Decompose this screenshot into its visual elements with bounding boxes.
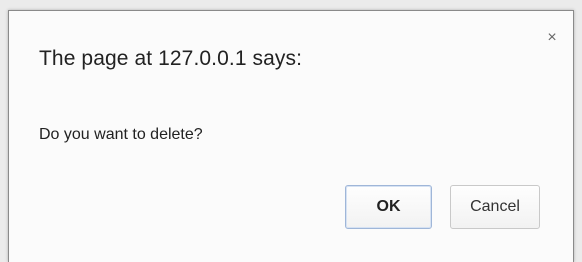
dialog-title: The page at 127.0.0.1 says: <box>39 47 303 70</box>
cancel-button[interactable]: Cancel <box>450 185 540 229</box>
close-icon[interactable]: × <box>545 30 559 46</box>
ok-button[interactable]: OK <box>345 185 432 229</box>
dialog-message: Do you want to delete? <box>39 126 203 143</box>
alert-dialog: × The page at 127.0.0.1 says: Do you wan… <box>8 10 574 262</box>
dialog-buttons: OK Cancel <box>345 185 540 229</box>
